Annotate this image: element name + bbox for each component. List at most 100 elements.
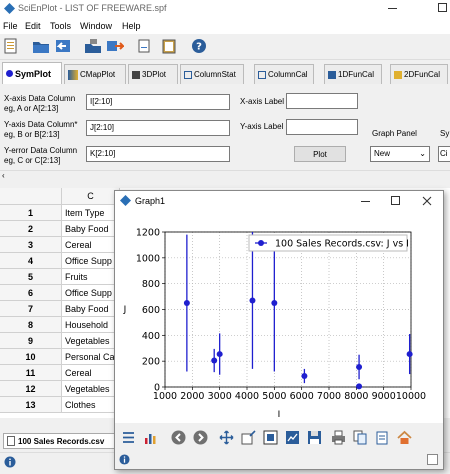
x-column-label: X-axis Data Column eg, A or A[2:13] (4, 94, 75, 114)
chevron-down-icon: ⌄ (419, 149, 426, 158)
row-header[interactable]: 9 (0, 333, 62, 349)
save-figure-icon[interactable] (307, 430, 322, 445)
columncal-icon (258, 70, 266, 79)
row-header[interactable]: 4 (0, 253, 62, 269)
graph-window[interactable]: Graph1 1000 2000 3000 4000 5000 6000 7000 8000 9… (114, 190, 444, 470)
table-cell[interactable]: Cereal (62, 237, 120, 253)
new-file-icon[interactable] (2, 38, 20, 54)
export-icon[interactable] (84, 38, 102, 54)
table-cell[interactable]: Baby Food (62, 221, 120, 237)
y-axis-label-field[interactable] (286, 119, 358, 135)
row-header[interactable]: 10 (0, 349, 62, 365)
scatter-chart[interactable]: 1000 2000 3000 4000 5000 6000 7000 8000 9000 1000… (115, 211, 443, 423)
tab-1dfuncal[interactable]: 1DFunCal (324, 64, 382, 84)
graph-maximize-icon[interactable] (391, 196, 400, 205)
resize-grip-icon[interactable] (427, 454, 438, 465)
symplot-form: X-axis Data Column eg, A or A[2:13] I[2:… (0, 84, 450, 170)
tab-columncal[interactable]: ColumnCal (254, 64, 314, 84)
row-header[interactable]: 8 (0, 317, 62, 333)
back-icon[interactable] (171, 430, 186, 445)
sheet-tab-bar: 100 Sales Records.csv (0, 432, 120, 450)
copy-data-icon[interactable] (375, 430, 390, 445)
copy-icon[interactable] (136, 38, 154, 54)
x-column-field[interactable]: I[2:10] (86, 94, 230, 110)
yerr-column-field[interactable]: K[2:10] (86, 146, 230, 162)
table-cell[interactable]: Fruits (62, 269, 120, 285)
form-horizontal-scrollbar[interactable]: ‹ (0, 170, 450, 181)
clipboard-icon[interactable] (160, 38, 178, 54)
table-cell[interactable]: Vegetables (62, 333, 120, 349)
x-axis-label-field[interactable] (286, 93, 358, 109)
menu-edit[interactable]: Edit (25, 21, 41, 31)
row-header[interactable]: 2 (0, 221, 62, 237)
table-cell[interactable]: Office Supp (62, 253, 120, 269)
graph-toolbar (115, 427, 443, 449)
row-header[interactable]: 3 (0, 237, 62, 253)
sheet-tab[interactable]: 100 Sales Records.csv (3, 433, 115, 449)
y-tick-label: 1000 (136, 253, 160, 264)
plot-button[interactable]: Plot (294, 146, 346, 162)
row-header[interactable]: 1 (0, 205, 62, 221)
table-cell[interactable]: Cereal (62, 365, 120, 381)
graph-panel-select[interactable]: New ⌄ (370, 146, 430, 162)
table-cell[interactable]: Vegetables (62, 381, 120, 397)
row-header[interactable]: 6 (0, 285, 62, 301)
home-icon[interactable] (397, 430, 412, 445)
menu-bar: File Edit Tools Window Help (0, 18, 450, 34)
plot-canvas[interactable]: 1000 2000 3000 4000 5000 6000 7000 8000 9000 1000… (115, 211, 443, 423)
row-header[interactable]: 13 (0, 397, 62, 413)
tab-symplot[interactable]: SymPlot (2, 62, 62, 84)
pan-icon[interactable] (219, 430, 234, 445)
print-icon[interactable] (331, 430, 346, 445)
open-folder-icon[interactable] (32, 38, 50, 54)
figure-options-icon[interactable] (285, 430, 300, 445)
row-header[interactable]: 5 (0, 269, 62, 285)
configure-subplots-icon[interactable] (263, 430, 278, 445)
x-tick-label: 3000 (208, 391, 232, 402)
table-cell[interactable]: Household (62, 317, 120, 333)
table-cell[interactable]: Baby Food (62, 301, 120, 317)
bar-chart-icon[interactable] (143, 430, 158, 445)
menu-file[interactable]: File (3, 21, 18, 31)
symbol-label: Sy (440, 129, 450, 138)
row-header[interactable]: 7 (0, 301, 62, 317)
graph-close-icon[interactable] (422, 196, 432, 206)
tab-3dplot[interactable]: 3DPlot (128, 64, 178, 84)
main-toolbar: ? (0, 34, 450, 60)
zoom-icon[interactable] (241, 430, 256, 445)
plot-tabs: SymPlot CMapPlot 3DPlot ColumnStat Colum… (0, 62, 450, 84)
graph-title-bar[interactable]: Graph1 (115, 191, 443, 211)
tab-columnstat[interactable]: ColumnStat (180, 64, 244, 84)
data-point (211, 357, 218, 364)
cmapplot-icon (68, 69, 78, 80)
table-cell[interactable]: Clothes (62, 397, 120, 413)
graph-minimize-icon[interactable] (361, 201, 370, 202)
minimize-icon[interactable] (388, 8, 397, 9)
import-icon[interactable] (54, 38, 72, 54)
symbol-select[interactable]: Ci (438, 146, 450, 162)
data-point (301, 373, 308, 380)
column-header-c[interactable]: C (62, 188, 120, 205)
menu-window[interactable]: Window (80, 21, 112, 31)
y-column-field[interactable]: J[2:10] (86, 120, 230, 136)
legend: 100 Sales Records.csv: J vs I (248, 234, 409, 252)
scroll-left-icon[interactable]: ‹ (2, 171, 5, 180)
tab-2dfuncal[interactable]: 2DFunCal (390, 64, 448, 84)
y-tick-label: 600 (142, 305, 160, 316)
table-cell[interactable]: Office Supp (62, 285, 120, 301)
table-cell[interactable]: Item Type (62, 205, 120, 221)
maximize-icon[interactable] (438, 3, 447, 12)
forward-icon[interactable] (193, 430, 208, 445)
row-header[interactable]: 11 (0, 365, 62, 381)
help-icon[interactable]: ? (190, 38, 208, 54)
x-tick-label: 8000 (344, 391, 368, 402)
menu-help[interactable]: Help (122, 21, 141, 31)
copy-figure-icon[interactable] (353, 430, 368, 445)
table-cell[interactable]: Personal Ca (62, 349, 120, 365)
row-header[interactable]: 12 (0, 381, 62, 397)
menu-tools[interactable]: Tools (50, 21, 71, 31)
menu-icon[interactable] (121, 430, 136, 445)
tab-cmapplot[interactable]: CMapPlot (64, 64, 126, 84)
save-as-icon[interactable] (106, 38, 124, 54)
data-point (271, 300, 278, 307)
